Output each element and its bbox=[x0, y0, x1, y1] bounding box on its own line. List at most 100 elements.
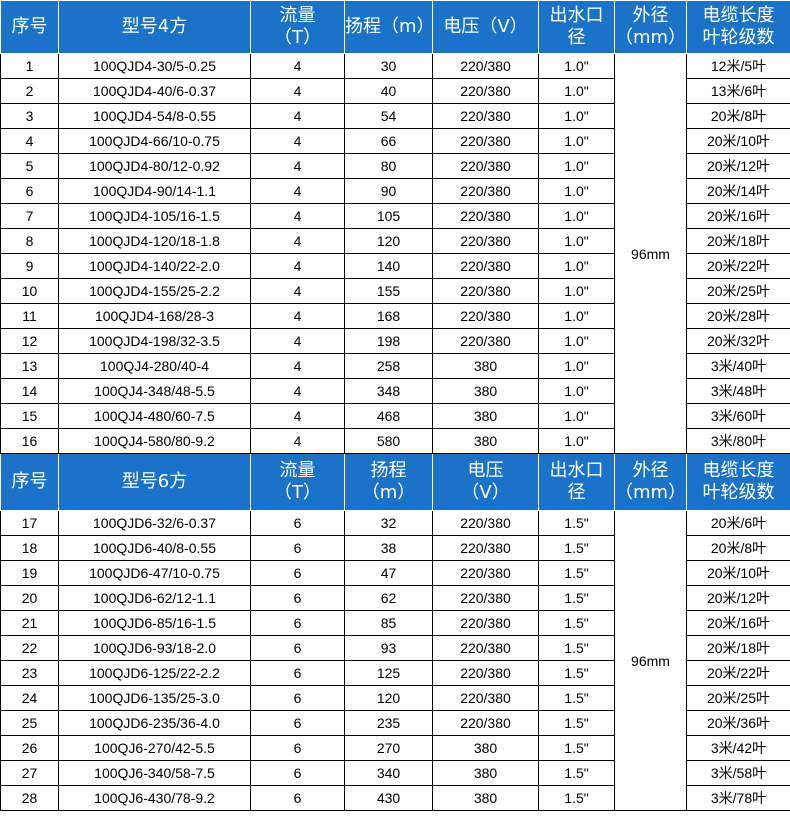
header-voltage-line: 电压（V） bbox=[443, 16, 528, 37]
row-index: 10 bbox=[0, 278, 59, 304]
row-cable-stages: 3米/78叶 bbox=[686, 785, 790, 811]
row-index: 11 bbox=[0, 303, 59, 329]
row-index: 18 bbox=[0, 535, 59, 561]
row-cable-stages: 3米/42叶 bbox=[686, 735, 790, 761]
row-head: 30 bbox=[344, 53, 433, 79]
row-model: 100QJD4-40/6-0.37 bbox=[58, 78, 251, 104]
row-outlet: 1.0" bbox=[538, 203, 615, 229]
row-cable-stages: 20米/22叶 bbox=[686, 253, 790, 279]
row-model: 100QJD4-120/18-1.8 bbox=[58, 228, 251, 254]
row-model: 100QJ6-270/42-5.5 bbox=[58, 735, 251, 761]
row-model: 100QJ6-340/58-7.5 bbox=[58, 760, 251, 786]
row-head: 235 bbox=[344, 710, 433, 736]
row-flow: 4 bbox=[250, 428, 345, 454]
row-flow: 6 bbox=[250, 710, 345, 736]
row-head: 168 bbox=[344, 303, 433, 329]
row-voltage: 380 bbox=[432, 428, 539, 454]
row-head: 40 bbox=[344, 78, 433, 104]
row-flow: 4 bbox=[250, 253, 345, 279]
header-flow-line: （T） bbox=[274, 482, 321, 503]
row-outlet: 1.5" bbox=[538, 585, 615, 611]
row-cable-stages: 13米/6叶 bbox=[686, 78, 790, 104]
header-cable-line: 叶轮级数 bbox=[702, 27, 775, 48]
row-voltage: 380 bbox=[432, 735, 539, 761]
row-flow: 4 bbox=[250, 278, 345, 304]
row-index: 16 bbox=[0, 428, 59, 454]
row-model: 100QJD4-90/14-1.1 bbox=[58, 178, 251, 204]
row-head: 270 bbox=[344, 735, 433, 761]
row-voltage: 220/380 bbox=[432, 203, 539, 229]
section-header-row: 序号 型号4方 流量 （T） 扬程（m） 电压（V） 出水口径外径 （mm） 电缆长度 叶轮级数 bbox=[0, 0, 790, 54]
header-outlet-line: 出水口 bbox=[549, 460, 604, 481]
row-index: 23 bbox=[0, 660, 59, 686]
row-model: 100QJD6-235/36-4.0 bbox=[58, 710, 251, 736]
row-outlet: 1.5" bbox=[538, 560, 615, 586]
spec-table-body: 序号 型号4方 流量 （T） 扬程（m） 电压（V） 出水口径外径 （mm） 电缆长度 叶轮级数 1… bbox=[0, 0, 790, 811]
row-cable-stages: 20米/6叶 bbox=[686, 510, 790, 536]
row-voltage: 220/380 bbox=[432, 685, 539, 711]
header-flow-line: （T） bbox=[274, 27, 321, 48]
row-model: 100QJD4-80/12-0.92 bbox=[58, 153, 251, 179]
header-head-line: 扬程（m） bbox=[345, 16, 433, 37]
outer-diameter-value: 96mm bbox=[614, 53, 687, 454]
row-outlet: 1.5" bbox=[538, 685, 615, 711]
row-model: 100QJD6-135/25-3.0 bbox=[58, 685, 251, 711]
row-outlet: 1.0" bbox=[538, 328, 615, 354]
row-voltage: 220/380 bbox=[432, 278, 539, 304]
header-voltage: 电压（V） bbox=[432, 0, 539, 54]
row-index: 4 bbox=[0, 128, 59, 154]
row-cable-stages: 3米/60叶 bbox=[686, 403, 790, 429]
row-outlet: 1.5" bbox=[538, 710, 615, 736]
row-cable-stages: 3米/48叶 bbox=[686, 378, 790, 404]
row-outlet: 1.0" bbox=[538, 378, 615, 404]
header-head-line: （m） bbox=[361, 482, 416, 503]
header-outlet: 出水口径 bbox=[538, 453, 615, 511]
row-head: 38 bbox=[344, 535, 433, 561]
row-model: 100QJD6-32/6-0.37 bbox=[58, 510, 251, 536]
row-cable-stages: 3米/58叶 bbox=[686, 760, 790, 786]
row-voltage: 220/380 bbox=[432, 585, 539, 611]
row-flow: 6 bbox=[250, 510, 345, 536]
row-voltage: 220/380 bbox=[432, 710, 539, 736]
row-flow: 6 bbox=[250, 785, 345, 811]
row-flow: 4 bbox=[250, 78, 345, 104]
row-flow: 4 bbox=[250, 178, 345, 204]
row-voltage: 220/380 bbox=[432, 610, 539, 636]
row-outlet: 1.5" bbox=[538, 760, 615, 786]
row-index: 22 bbox=[0, 635, 59, 661]
row-head: 580 bbox=[344, 428, 433, 454]
row-head: 140 bbox=[344, 253, 433, 279]
row-head: 47 bbox=[344, 560, 433, 586]
row-outlet: 1.5" bbox=[538, 735, 615, 761]
row-outlet: 1.0" bbox=[538, 303, 615, 329]
row-model: 100QJD4-155/25-2.2 bbox=[58, 278, 251, 304]
row-cable-stages: 3米/40叶 bbox=[686, 353, 790, 379]
row-voltage: 220/380 bbox=[432, 510, 539, 536]
row-index: 26 bbox=[0, 735, 59, 761]
row-index: 28 bbox=[0, 785, 59, 811]
row-outlet: 1.0" bbox=[538, 128, 615, 154]
row-index: 25 bbox=[0, 710, 59, 736]
row-model: 100QJD6-47/10-0.75 bbox=[58, 560, 251, 586]
header-index: 序号 bbox=[0, 0, 59, 54]
row-index: 17 bbox=[0, 510, 59, 536]
row-flow: 4 bbox=[250, 328, 345, 354]
row-voltage: 380 bbox=[432, 760, 539, 786]
row-cable-stages: 20米/18叶 bbox=[686, 228, 790, 254]
row-cable-stages: 20米/28叶 bbox=[686, 303, 790, 329]
row-voltage: 220/380 bbox=[432, 78, 539, 104]
row-cable-stages: 12米/5叶 bbox=[686, 53, 790, 79]
header-outlet-line: 径 bbox=[567, 482, 586, 503]
row-voltage: 220/380 bbox=[432, 303, 539, 329]
header-outlet-line: 出水口 bbox=[549, 5, 604, 26]
row-flow: 4 bbox=[250, 203, 345, 229]
row-flow: 6 bbox=[250, 660, 345, 686]
row-cable-stages: 20米/18叶 bbox=[686, 635, 790, 661]
table-row: 1 100QJD4-30/5-0.25 4 30 220/380 1.0" 96mm 12米/… bbox=[0, 53, 790, 454]
row-flow: 4 bbox=[250, 128, 345, 154]
header-voltage-line: 电压 bbox=[467, 460, 504, 481]
row-model: 100QJ6-430/78-9.2 bbox=[58, 785, 251, 811]
row-flow: 6 bbox=[250, 535, 345, 561]
row-outlet: 1.0" bbox=[538, 228, 615, 254]
row-flow: 6 bbox=[250, 610, 345, 636]
